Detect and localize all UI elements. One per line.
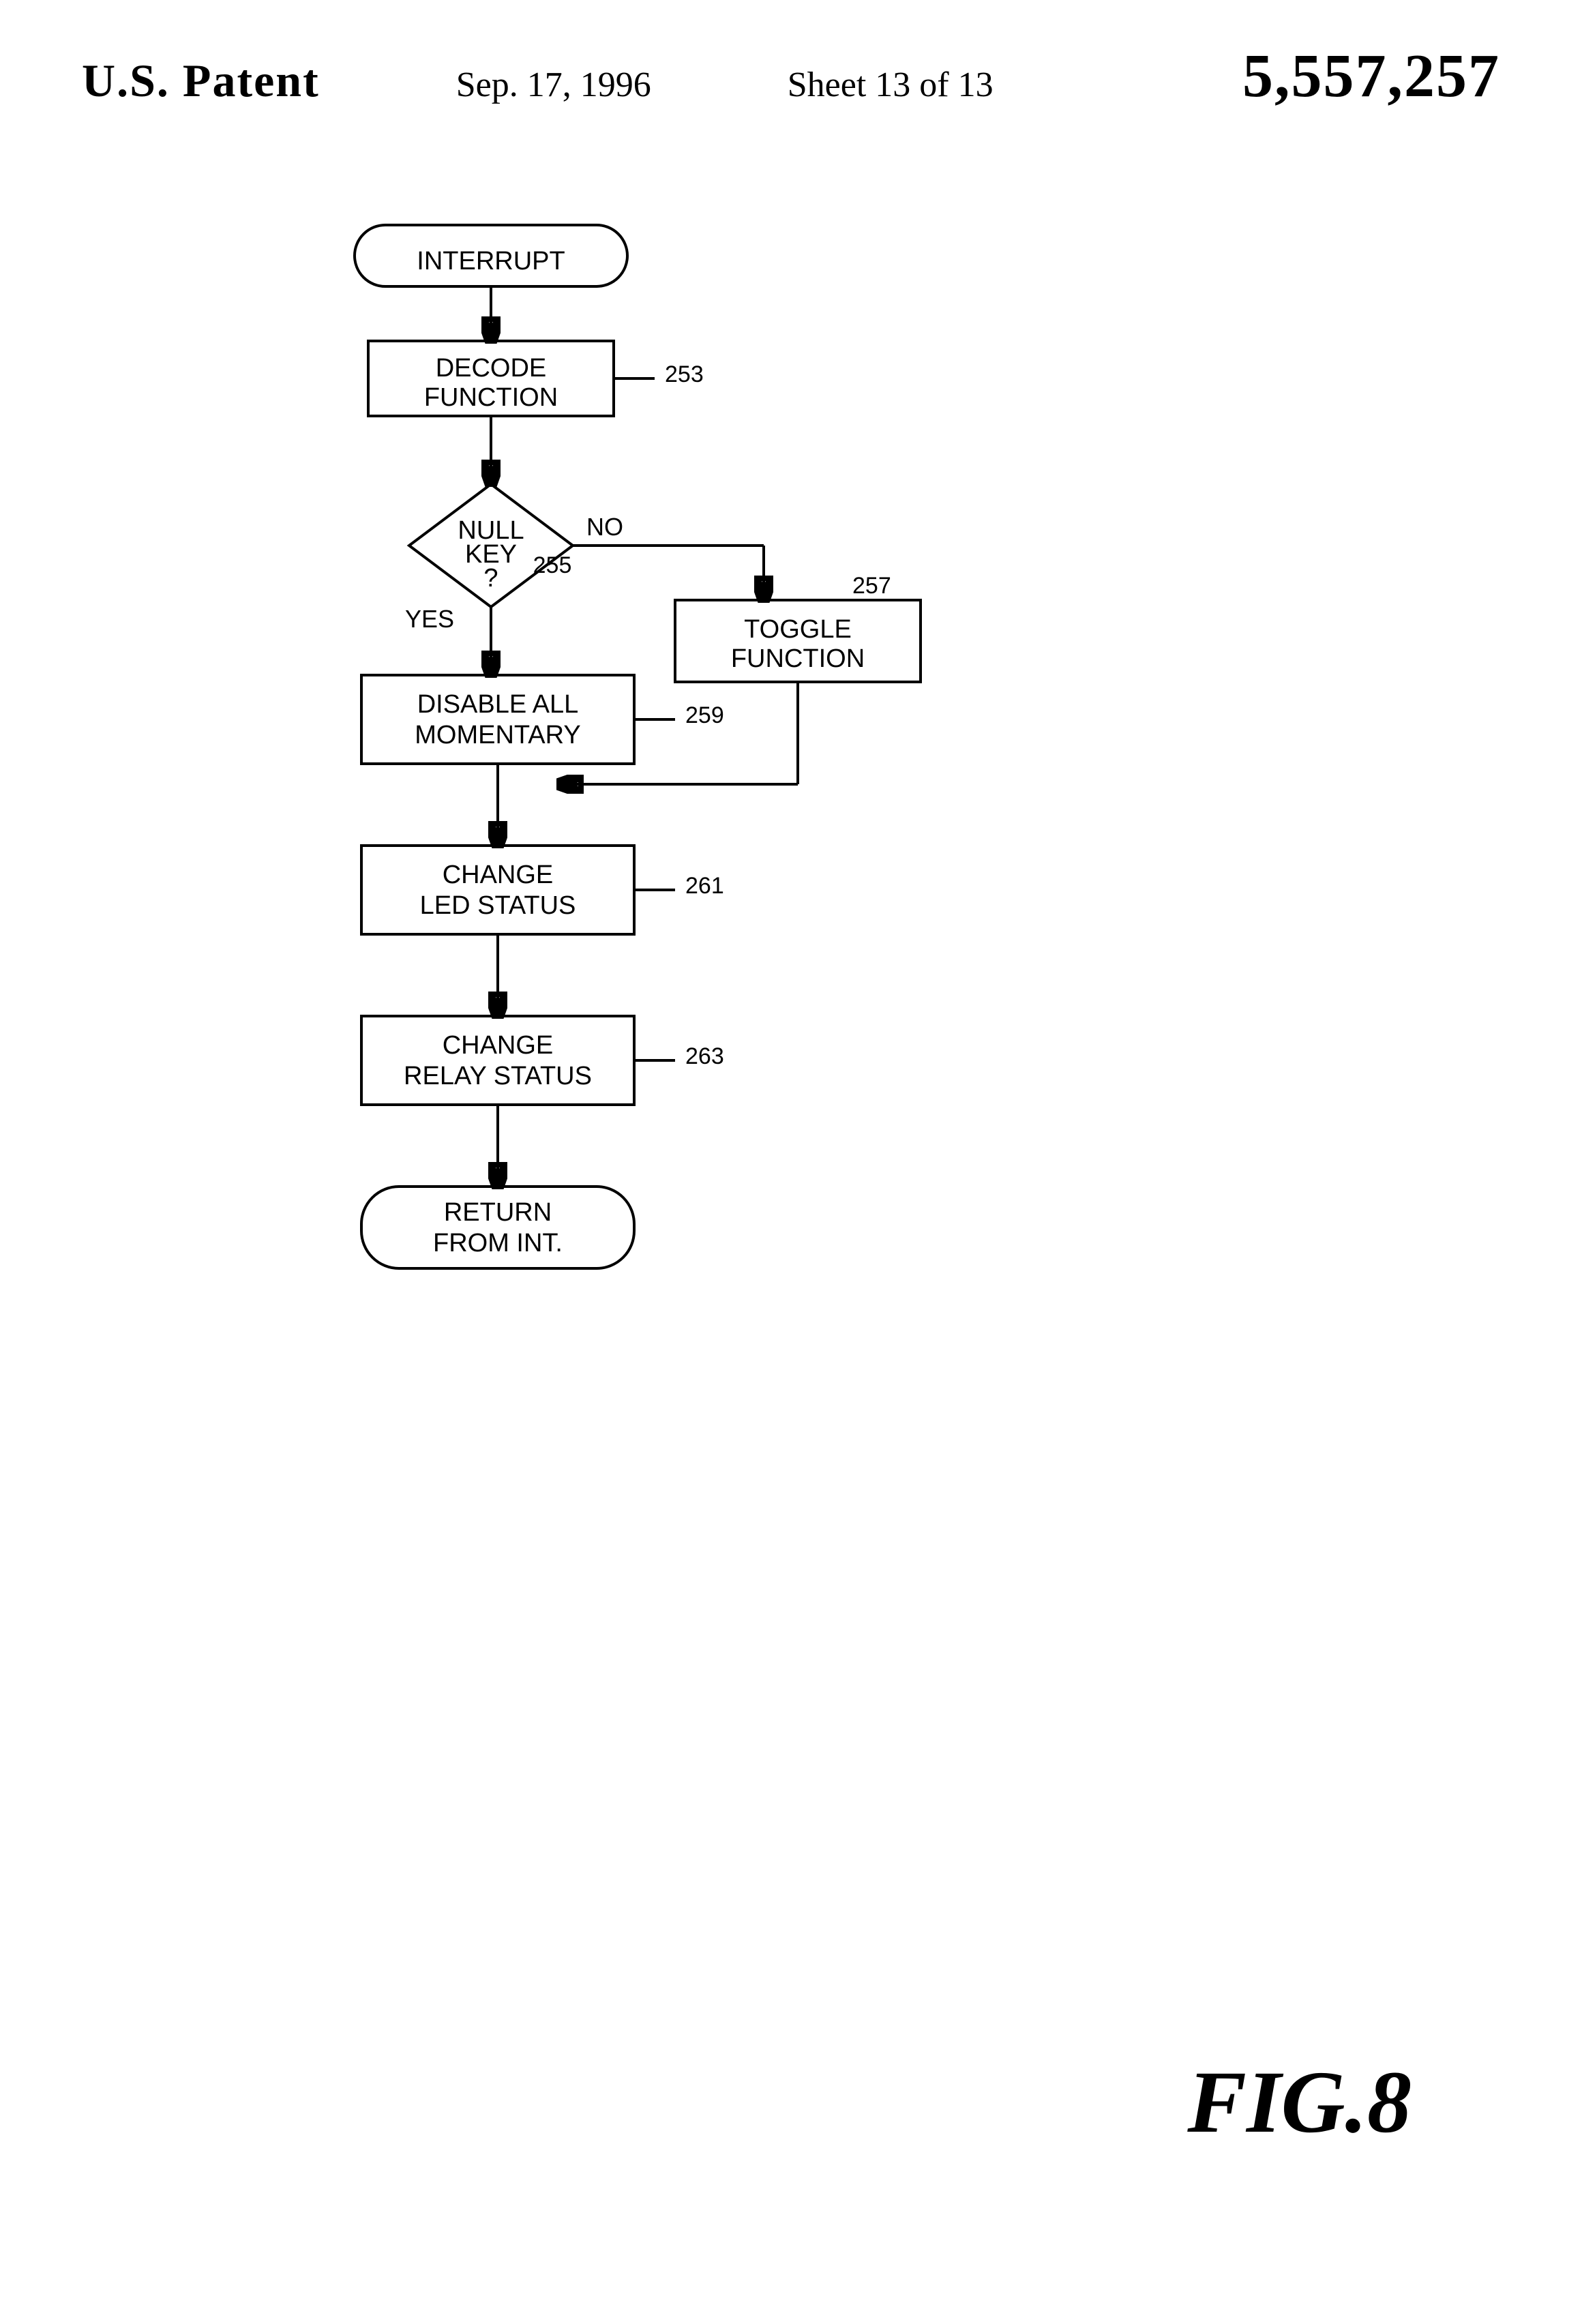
patent-label: U.S. Patent [82,54,320,108]
return-label: RETURN [444,1198,552,1227]
relay-status-label: RELAY STATUS [404,1062,592,1090]
yes-label: YES [405,605,454,633]
change-relay-label: CHANGE [443,1031,554,1060]
ref-255: 255 [533,552,572,578]
figure-label: FIG.8 [1187,2051,1412,2154]
q-label: ? [483,564,498,593]
function-label: FUNCTION [424,383,558,412]
change-led-label: CHANGE [443,861,554,889]
decode-label: DECODE [436,354,547,383]
ref-259: 259 [685,702,724,728]
header-sheet: Sheet 13 of 13 [788,65,994,105]
led-status-label: LED STATUS [420,891,576,920]
disable-label: DISABLE ALL [417,690,579,719]
no-label: NO [586,513,623,541]
ref-261: 261 [685,873,724,899]
ref-253: 253 [665,361,704,387]
momentary-label: MOMENTARY [415,721,581,749]
header-date: Sep. 17, 1996 [456,65,651,105]
ref-257: 257 [852,573,891,599]
toggle-label: TOGGLE [744,615,852,644]
patent-number: 5,557,257 [1242,41,1500,111]
from-int-label: FROM INT. [433,1229,563,1257]
page: U.S. Patent Sep. 17, 1996 Sheet 13 of 13… [0,0,1582,2324]
flowchart: text { font-family: 'Arial', sans-serif;… [136,123,1432,2169]
toggle-func-label: FUNCTION [731,644,865,673]
ref-263: 263 [685,1043,724,1069]
interrupt-label: INTERRUPT [417,247,565,275]
header: U.S. Patent Sep. 17, 1996 Sheet 13 of 13… [0,41,1582,111]
